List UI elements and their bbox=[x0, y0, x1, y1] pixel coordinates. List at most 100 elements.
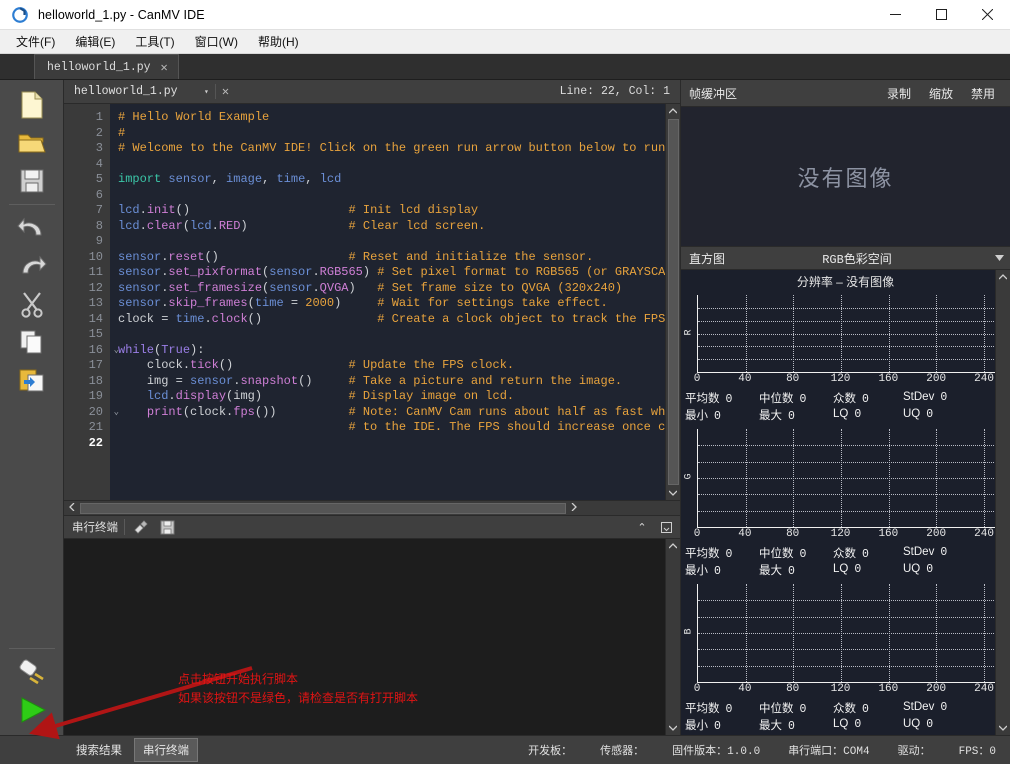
maximize-button[interactable] bbox=[918, 0, 964, 30]
histogram-plot-area bbox=[697, 295, 1002, 373]
grid-line-horizontal bbox=[698, 616, 1002, 618]
clear-terminal-icon[interactable] bbox=[131, 518, 151, 536]
stat-label: 平均数 bbox=[685, 392, 720, 405]
canmv-logo-icon bbox=[12, 6, 28, 23]
close-icon[interactable]: ✕ bbox=[159, 60, 170, 75]
document-tab-helloworld[interactable]: helloworld_1.py ✕ bbox=[34, 54, 179, 79]
colorspace-select-value[interactable]: RGB色彩空间 bbox=[725, 250, 989, 267]
histogram-scroll-down-icon[interactable] bbox=[996, 721, 1010, 735]
stat-label: 平均数 bbox=[685, 547, 720, 560]
toolbar-divider-bottom bbox=[9, 648, 55, 649]
code-content[interactable]: # Hello World Example # # Welcome to the C… bbox=[110, 104, 665, 500]
line-number: 18 bbox=[88, 373, 103, 388]
cut-icon[interactable] bbox=[9, 285, 55, 323]
line-number: 11 bbox=[88, 265, 103, 279]
scroll-left-icon[interactable] bbox=[64, 502, 80, 513]
histogram-area: 分辨率 – 没有图像 R 0 40 80 120 160 200 240 平均数 0 中位数 0 众数 0 S… bbox=[681, 270, 1010, 735]
close-editor-icon[interactable]: ✕ bbox=[214, 84, 235, 99]
hscroll-thumb[interactable] bbox=[80, 502, 566, 514]
scroll-down-icon[interactable] bbox=[666, 486, 681, 500]
terminal-output[interactable] bbox=[64, 539, 665, 735]
stat-label: 最大 bbox=[759, 564, 782, 577]
collapse-icon[interactable]: ⌃ bbox=[632, 518, 652, 536]
cursor-position: Line: 22, Col: 1 bbox=[559, 85, 670, 98]
menu-help[interactable]: 帮助(H) bbox=[248, 30, 309, 53]
histogram-vertical-scrollbar[interactable] bbox=[995, 270, 1010, 735]
stat-value: 0 bbox=[926, 563, 934, 576]
stat-label: 最小 bbox=[685, 409, 708, 422]
center-column: helloworld_1.py ▾ ✕ Line: 22, Col: 1 123… bbox=[64, 80, 680, 735]
histogram-stat-max: 最大 0 bbox=[759, 562, 833, 578]
record-button[interactable]: 录制 bbox=[878, 82, 920, 105]
terminal-scroll-up-icon[interactable] bbox=[666, 539, 681, 553]
code-line: sensor.skip_frames(time = 2000) # Wait f… bbox=[118, 296, 608, 310]
scroll-thumb[interactable] bbox=[667, 119, 679, 485]
stat-value: 0 bbox=[926, 718, 934, 731]
stat-label: 最小 bbox=[685, 719, 708, 732]
terminal-body[interactable] bbox=[64, 539, 680, 735]
paste-icon[interactable] bbox=[9, 361, 55, 399]
line-number: 14 bbox=[88, 311, 103, 326]
menu-edit[interactable]: 编辑(E) bbox=[65, 30, 125, 53]
undo-icon[interactable] bbox=[9, 209, 55, 247]
framebuffer-view[interactable]: 没有图像 bbox=[681, 106, 1010, 246]
line-number: 15 bbox=[88, 327, 103, 341]
status-tab-search-results[interactable]: 搜索结果 bbox=[68, 739, 130, 761]
connect-plug-icon[interactable] bbox=[9, 653, 55, 691]
redo-icon[interactable] bbox=[9, 247, 55, 285]
x-axis-tick-label: 120 bbox=[830, 373, 851, 385]
status-serial-port: 串行端口：COM4 bbox=[788, 746, 870, 758]
line-number: 16 ⌄ bbox=[88, 342, 119, 357]
histogram-scroll-up-icon[interactable] bbox=[996, 270, 1010, 284]
stat-value: 0 bbox=[714, 564, 721, 578]
stat-label: 众数 bbox=[833, 392, 856, 405]
histogram-stat-mode: 众数 0 bbox=[833, 545, 903, 561]
zoom-button[interactable]: 缩放 bbox=[920, 82, 962, 105]
menu-file[interactable]: 文件(F) bbox=[6, 30, 65, 53]
terminal-header-actions: ⌃ bbox=[632, 518, 680, 536]
stat-label: 众数 bbox=[833, 547, 856, 560]
editor-file-label[interactable]: helloworld_1.py bbox=[70, 85, 198, 98]
new-file-icon[interactable] bbox=[9, 86, 55, 124]
stat-value: 0 bbox=[725, 392, 733, 406]
copy-icon[interactable] bbox=[9, 323, 55, 361]
histogram-plot-area bbox=[697, 429, 1002, 528]
menu-window[interactable]: 窗口(W) bbox=[185, 30, 248, 53]
editor-horizontal-scrollbar[interactable] bbox=[64, 500, 680, 515]
stat-value: 0 bbox=[862, 547, 869, 561]
close-button[interactable] bbox=[964, 0, 1010, 30]
histogram-title: 直方图 bbox=[689, 251, 726, 266]
histogram-stat-median: 中位数 0 bbox=[759, 700, 833, 716]
minimize-button[interactable] bbox=[872, 0, 918, 30]
stat-label: 最小 bbox=[685, 564, 708, 577]
editor-vertical-scrollbar[interactable] bbox=[665, 104, 680, 500]
popout-icon[interactable] bbox=[656, 518, 676, 536]
code-editor[interactable]: 1 2 3 4 5 6 7 8 9 10 11 12 13 14 15 16 ⌄ 17 18 19 20 ⌄ 21 22 # … bbox=[64, 104, 680, 500]
code-line: while(True): bbox=[118, 342, 205, 357]
terminal-vertical-scrollbar[interactable] bbox=[665, 539, 680, 735]
save-terminal-icon[interactable] bbox=[157, 518, 177, 536]
status-tab-serial-terminal[interactable]: 串行终端 bbox=[134, 738, 198, 762]
x-axis-tick-label: 120 bbox=[830, 683, 851, 695]
code-line: img = sensor.snapshot() # Take a picture… bbox=[146, 373, 623, 388]
x-axis-tick-label: 40 bbox=[738, 373, 752, 385]
histogram-stat-uq: UQ 0 bbox=[903, 563, 933, 576]
scroll-up-icon[interactable] bbox=[666, 104, 681, 118]
histogram-stat-lq: LQ 0 bbox=[833, 563, 903, 576]
status-driver: 驱动： bbox=[897, 746, 931, 758]
save-icon[interactable] bbox=[9, 162, 55, 200]
title-bar: helloworld_1.py - CanMV IDE bbox=[0, 0, 1010, 30]
chevron-down-icon[interactable]: ▾ bbox=[198, 87, 215, 97]
histogram-stat-stdev: StDev 0 bbox=[903, 391, 947, 404]
line-number: 7 bbox=[95, 203, 103, 217]
scroll-right-icon[interactable] bbox=[566, 502, 582, 513]
disable-button[interactable]: 禁用 bbox=[962, 82, 1004, 105]
chevron-down-icon[interactable] bbox=[989, 254, 1004, 263]
main-body: helloworld_1.py ▾ ✕ Line: 22, Col: 1 123… bbox=[0, 80, 1010, 735]
run-play-icon[interactable] bbox=[9, 691, 55, 729]
menu-tools[interactable]: 工具(T) bbox=[125, 30, 184, 53]
open-folder-icon[interactable] bbox=[9, 124, 55, 162]
terminal-scroll-down-icon[interactable] bbox=[666, 721, 681, 735]
